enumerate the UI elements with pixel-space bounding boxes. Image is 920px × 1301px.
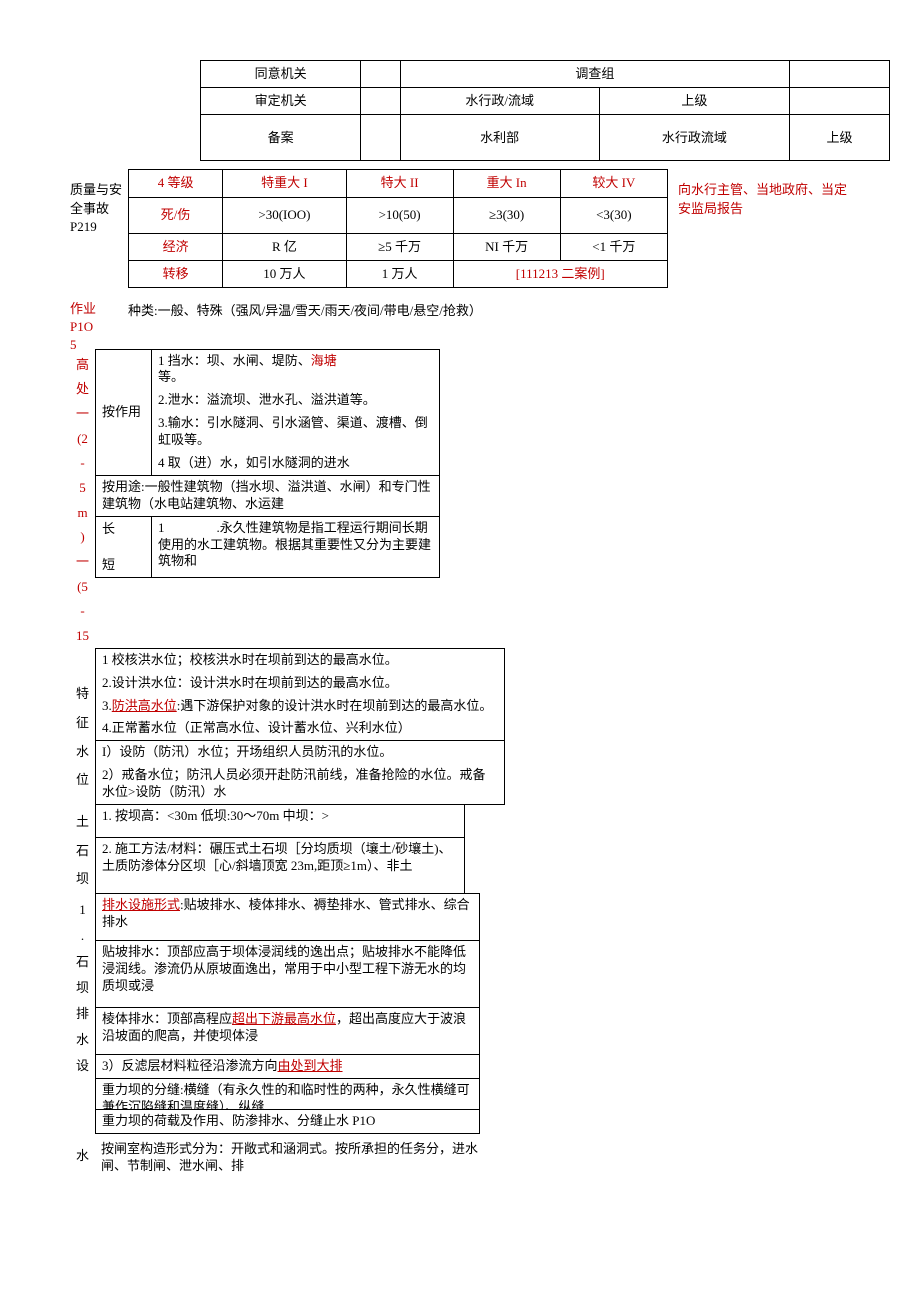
t2-r1d: 重大 In <box>453 170 560 197</box>
tz-l1: 1 校核洪水位；校核洪水时在坝前到达的最高水位。 <box>96 648 505 671</box>
ts-l2: 2. 施工方法/材料：碾压式土石坝［分均质坝（壤土/砂壤土)、土质防渗体分区坝［… <box>96 837 465 893</box>
zy-text: 种类:一般、特殊（强风/异温/雪天/雨天/夜间/带电/悬空/抢救） <box>128 300 482 355</box>
t2-r2e: <3(30) <box>560 197 667 233</box>
zy-label: 作业 P1O 5 <box>70 300 128 355</box>
paishui-table: 排水设施形式:贴坡排水、棱体排水、褥垫排水、管式排水、综合排水 贴坡排水：顶部应… <box>95 893 480 1079</box>
t1-r2-blank1 <box>361 88 400 115</box>
gaochu-col: 高处一(2-5m)一(5-15 <box>70 349 95 649</box>
quality-safety-block: 质量与安全事故 P219 4 等级 特重大 I 特大 II 重大 In 较大 I… <box>70 169 850 288</box>
t1-r1-blank1 <box>361 61 400 88</box>
t2-r3e: <1 千万 <box>560 233 667 260</box>
t2-r3d: NI 千万 <box>453 233 560 260</box>
zhongli-b1: 重力坝的分缝:横缝（有永久性的和临时性的两种，永久性横缝可兼作沉陷缝和温度缝）、… <box>95 1078 480 1110</box>
tushi-table: 1. 按坝高：<30m 低坝:30～70m 中坝：> 2. 施工方法/材料：碾压… <box>95 804 465 894</box>
tz-l2: 2.设计洪水位：设计洪水时在坝前到达的最高水位。 <box>96 672 505 695</box>
t2-r4d: [111213 二案例] <box>453 260 667 287</box>
t2-r2c: >10(50) <box>346 197 453 233</box>
t2-r1b: 特重大 I <box>223 170 346 197</box>
t1-r2a: 审定机关 <box>201 88 361 115</box>
gaochu-l6: 1 .永久性建筑物是指工程运行期间长期使用的水工建筑物。根据其重要性又分为主要建… <box>152 516 440 578</box>
t2-r4c: 1 万人 <box>346 260 453 287</box>
ps-l4: 3）反滤层材料粒径沿渗流方向由处到大排 <box>96 1054 480 1078</box>
tezheng-col: 特征水位 <box>70 648 95 805</box>
t2-r2a: 死/伤 <box>129 197 223 233</box>
t1-r2-blank2 <box>790 88 890 115</box>
gaochu-l2: 2.泄水：溢流坝、泄水孔、溢洪道等。 <box>152 389 440 412</box>
ps-l2: 贴坡排水：顶部应高于坝体浸润线的逸出点；贴坡排水不能降低浸润线。渗流仍从原坡面逸… <box>96 940 480 1007</box>
t2-r4a: 转移 <box>129 260 223 287</box>
ts-l1: 1. 按坝高：<30m 低坝:30～70m 中坝：> <box>96 804 465 837</box>
tushi-section: 土石坝 1. 按坝高：<30m 低坝:30～70m 中坝：> 2. 施工方法/材… <box>70 804 850 894</box>
tezheng-table: 1 校核洪水位；校核洪水时在坝前到达的最高水位。 2.设计洪水位：设计洪水时在坝… <box>95 648 505 805</box>
gaochu-c1: 按作用 <box>96 349 152 475</box>
tezheng-section: 特征水位 1 校核洪水位；校核洪水时在坝前到达的最高水位。 2.设计洪水位：设计… <box>70 648 850 805</box>
sz-text: 按闸室构造形式分为：开敞式和涵洞式。按所承担的任务分，进水闸、节制闸、泄水闸、排 <box>95 1138 490 1178</box>
t2-r2d: ≥3(30) <box>453 197 560 233</box>
ps-l3: 棱体排水：顶部高程应超出下游最高水位，超出高度应大于波浪沿坡面的爬高，并使坝体浸 <box>96 1007 480 1054</box>
t1-r1b: 调查组 <box>400 61 789 88</box>
operation-types: 作业 P1O 5 种类:一般、特殊（强风/异温/雪天/雨天/夜间/带电/悬空/抢… <box>70 300 850 355</box>
approval-table: 同意机关 调查组 审定机关 水行政/流域 上级 备案 水利部 水行政流域 上级 <box>200 60 890 161</box>
tushi-col: 土石坝 <box>70 804 95 894</box>
zhongli-b2: 重力坝的荷载及作用、防渗排水、分缝止水 P1O <box>95 1109 480 1134</box>
t1-r3c: 水行政流域 <box>599 115 789 161</box>
t2-r1c: 特大 II <box>346 170 453 197</box>
t2-r3a: 经济 <box>129 233 223 260</box>
t2-r4b: 10 万人 <box>223 260 346 287</box>
shuizha-section: 水 按闸室构造形式分为：开敞式和涵洞式。按所承担的任务分，进水闸、节制闸、泄水闸… <box>70 1138 850 1178</box>
gaochu-section: 高处一(2-5m)一(5-15 按作用 1 挡水：坝、水闸、堤防、海塘等。 2.… <box>70 349 850 649</box>
t2-note: 向水行主管、当地政府、当定安监局报告 <box>668 169 848 217</box>
t1-r3b: 水利部 <box>400 115 599 161</box>
accident-grade-table: 4 等级 特重大 I 特大 II 重大 In 较大 IV 死/伤 >30(IOO… <box>128 169 668 288</box>
tz-l3: 3.防洪高水位:遇下游保护对象的设计洪水时在坝前到达的最高水位。 <box>96 695 505 718</box>
tz-l6: 2）戒备水位；防汛人员必须开赴防汛前线，准备抢险的水位。戒备水位>设防（防汛）水 <box>96 764 505 804</box>
gaochu-l5: 按用途:一般性建筑物（挡水坝、溢洪道、水闸）和专门性建筑物（水电站建筑物、水运建 <box>96 475 440 516</box>
t2-r3c: ≥5 千万 <box>346 233 453 260</box>
t2-r1e: 较大 IV <box>560 170 667 197</box>
paishui-col: 1.石坝排水设 <box>70 893 95 1079</box>
gaochu-l3: 3.输水：引水隧洞、引水涵管、渠道、渡槽、倒虹吸等。 <box>152 412 440 452</box>
gaochu-l1: 1 挡水：坝、水闸、堤防、海塘等。 <box>152 349 440 389</box>
paishui-section: 1.石坝排水设 排水设施形式:贴坡排水、棱体排水、褥垫排水、管式排水、综合排水 … <box>70 893 850 1079</box>
t1-r3a: 备案 <box>201 115 361 161</box>
gaochu-table: 按作用 1 挡水：坝、水闸、堤防、海塘等。 2.泄水：溢流坝、泄水孔、溢洪道等。… <box>95 349 440 579</box>
shuizha-table: 按闸室构造形式分为：开敞式和涵洞式。按所承担的任务分，进水闸、节制闸、泄水闸、排 <box>95 1138 490 1178</box>
shuizha-col: 水 <box>70 1138 95 1178</box>
t1-r1a: 同意机关 <box>201 61 361 88</box>
t2-r1a: 4 等级 <box>129 170 223 197</box>
tz-l5: I）设防（防汛）水位；开场组织人员防汛的水位。 <box>96 741 505 764</box>
t2-side-label: 质量与安全事故 P219 <box>70 169 128 236</box>
t1-r3d: 上级 <box>790 115 890 161</box>
gaochu-c2: 长短 <box>96 516 152 578</box>
t1-r1-blank2 <box>790 61 890 88</box>
gaochu-l4: 4 取（进）水，如引水隧洞的进水 <box>152 452 440 475</box>
ps-l1: 排水设施形式:贴坡排水、棱体排水、褥垫排水、管式排水、综合排水 <box>96 893 480 940</box>
t1-r2b: 水行政/流域 <box>400 88 599 115</box>
tz-l4: 4.正常蓄水位（正常高水位、设计蓄水位、兴利水位） <box>96 717 505 740</box>
t1-r2c: 上级 <box>599 88 789 115</box>
t2-r3b: R 亿 <box>223 233 346 260</box>
t2-r2b: >30(IOO) <box>223 197 346 233</box>
t1-r3-blank1 <box>361 115 400 161</box>
